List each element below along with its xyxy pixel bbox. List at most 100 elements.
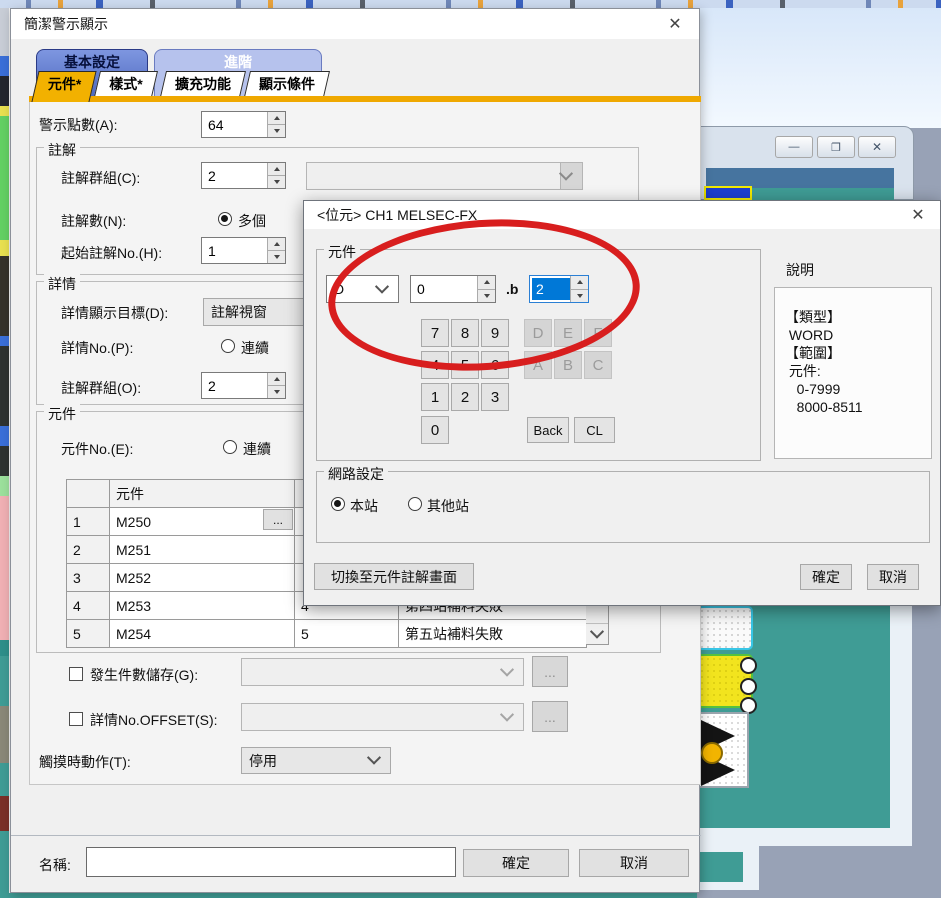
cell-no[interactable]: 4 (67, 592, 110, 620)
spin-down-icon[interactable] (267, 124, 285, 137)
table-row[interactable]: 5 M254 5 第五站補料失敗 (67, 620, 587, 648)
lamp-circle-icon (740, 678, 757, 695)
cell-no[interactable]: 2 (67, 536, 110, 564)
background-sky (697, 8, 941, 128)
comment-count-multiple-radio[interactable] (218, 212, 232, 226)
help-panel-label: 說明 (786, 260, 814, 280)
device-cancel-button[interactable]: 取消 (867, 564, 919, 590)
close-icon: ✕ (668, 14, 681, 34)
window-restore-button[interactable]: ❐ (817, 136, 855, 158)
comment-count-multiple-label: 多個 (238, 211, 266, 231)
ok-button[interactable]: 確定 (463, 849, 569, 877)
hmi-object-panel (697, 606, 753, 650)
cell-no[interactable]: 5 (67, 620, 110, 648)
touch-action-label: 觸摸時動作(T): (39, 752, 131, 772)
device-groupbox-legend: 元件 (44, 404, 80, 424)
local-station-radio[interactable] (331, 497, 345, 511)
background-selected-object (704, 186, 752, 200)
detail-groupbox-legend: 詳情 (44, 274, 80, 294)
start-comment-value: 1 (202, 238, 267, 263)
keypad-3[interactable]: 3 (481, 383, 509, 411)
lamp-circle-icon (740, 657, 757, 674)
keypad-c: C (584, 351, 612, 379)
keypad-2[interactable]: 2 (451, 383, 479, 411)
cell-device[interactable]: M252 (110, 564, 295, 592)
touch-action-dropdown[interactable]: 停用 (241, 747, 391, 774)
background-window-edge-bottom (697, 828, 912, 846)
chevron-down-icon (559, 167, 573, 181)
key-label: B (563, 357, 573, 374)
offset-checkbox[interactable] (69, 712, 83, 726)
window-minimize-button[interactable]: — (775, 136, 813, 158)
close-icon: ✕ (911, 205, 924, 225)
comment-group-value: 2 (202, 163, 267, 188)
switch-comment-screen-button[interactable]: 切換至元件註解畫面 (314, 563, 474, 590)
cell-no[interactable]: 3 (67, 564, 110, 592)
dialog-title: 簡潔警示顯示 (24, 14, 108, 34)
cell-device[interactable]: M254 (110, 620, 295, 648)
keypad-back[interactable]: Back (527, 417, 569, 443)
tab-display-condition[interactable]: 顯示條件 (244, 71, 330, 97)
spin-down-icon[interactable] (267, 175, 285, 188)
spin-down-icon[interactable] (267, 385, 285, 398)
key-label: 3 (491, 389, 499, 406)
chevron-down-icon (367, 751, 381, 765)
switch-button-label: 切換至元件註解畫面 (331, 567, 457, 587)
cell-device[interactable]: M253 (110, 592, 295, 620)
tab-group-advanced-label: 進階 (224, 54, 252, 70)
cell-no2[interactable]: 5 (295, 620, 399, 648)
ok-button-label: 確定 (812, 567, 840, 587)
tab-device-label: 元件* (37, 72, 93, 96)
device-ok-button[interactable]: 確定 (800, 564, 852, 590)
cell-comment[interactable]: 第五站補料失敗 (399, 620, 587, 648)
comment-group-spinner[interactable]: 2 (201, 162, 286, 189)
window-close-button[interactable]: ✕ (858, 136, 896, 158)
key-label: 1 (431, 389, 439, 406)
occurrence-browse-button: ... (532, 656, 568, 687)
tab-extended-function[interactable]: 擴充功能 (160, 71, 246, 97)
spin-up-icon[interactable] (267, 112, 285, 124)
name-label: 名稱: (39, 855, 71, 875)
start-comment-spinner[interactable]: 1 (201, 237, 286, 264)
detail-comment-group-value: 2 (202, 373, 267, 398)
keypad-1[interactable]: 1 (421, 383, 449, 411)
name-input[interactable] (86, 847, 456, 877)
device-dialog-close-button[interactable]: ✕ (902, 203, 934, 227)
cell-device[interactable]: M251 (110, 536, 295, 564)
device-no-continuous-radio[interactable] (223, 440, 237, 454)
alarm-points-spinner[interactable]: 64 (201, 111, 286, 138)
cancel-button[interactable]: 取消 (579, 849, 689, 877)
detail-no-continuous-radio[interactable] (221, 339, 235, 353)
keypad-0[interactable]: 0 (421, 416, 449, 444)
ellipsis-icon: ... (544, 664, 556, 680)
hmi-object-yellow-lamp-block (697, 654, 753, 708)
spin-up-icon[interactable] (267, 163, 285, 175)
dialog-close-button[interactable]: ✕ (659, 12, 691, 36)
other-station-radio[interactable] (408, 497, 422, 511)
offset-dropdown (241, 703, 524, 731)
comment-count-label: 註解數(N): (61, 211, 126, 231)
dropdown-button (560, 163, 582, 189)
tab-group-basic-label: 基本設定 (64, 54, 120, 70)
detail-target-label: 詳情顯示目標(D): (61, 303, 168, 323)
spin-down-icon[interactable] (267, 250, 285, 263)
spin-up-icon[interactable] (267, 238, 285, 250)
chevron-down-icon (500, 662, 514, 676)
keypad-clear[interactable]: CL (574, 417, 615, 443)
key-label: 2 (461, 389, 469, 406)
start-comment-label: 起始註解No.(H): (61, 243, 162, 263)
detail-comment-group-spinner[interactable]: 2 (201, 372, 286, 399)
help-line: 0-7999 (785, 380, 931, 398)
background-window-edge-right (890, 606, 912, 846)
device-browse-button[interactable]: ... (263, 509, 293, 530)
scrollbar-down-button[interactable] (586, 623, 608, 644)
chevron-down-icon (500, 707, 514, 721)
spin-up-icon[interactable] (267, 373, 285, 385)
network-legend: 網路設定 (324, 464, 388, 484)
cell-no[interactable]: 1 (67, 508, 110, 536)
tab-style[interactable]: 樣式* (94, 71, 158, 97)
hmi-object-valve-symbol (697, 712, 749, 788)
occurrence-checkbox[interactable] (69, 667, 83, 681)
header-device: 元件 (110, 480, 295, 508)
tab-device[interactable]: 元件* (31, 71, 96, 102)
